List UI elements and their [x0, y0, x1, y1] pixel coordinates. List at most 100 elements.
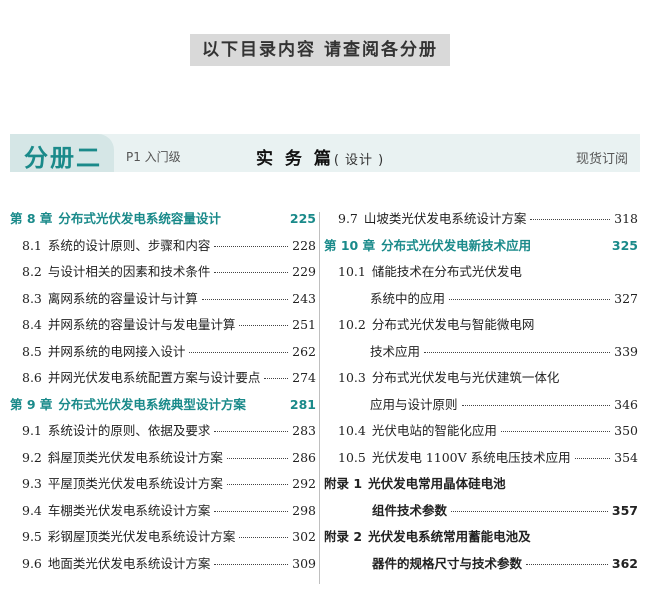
- toc-number: 9.6: [22, 555, 42, 571]
- toc-page-number: 262: [292, 343, 316, 359]
- toc-number: 8.6: [22, 370, 42, 385]
- toc-leader: [239, 537, 289, 538]
- toc-leader: [226, 484, 289, 485]
- volume-label: 分册二: [24, 144, 102, 172]
- level-label: P1 入门级: [126, 150, 181, 164]
- toc-page-number: 292: [292, 476, 316, 491]
- toc-title: 应用与设计原则: [370, 396, 458, 412]
- toc-title: 光伏发电系统常用蓄能电池及: [368, 529, 531, 544]
- section-title: 实 务 篇( 设计 ): [256, 144, 384, 169]
- toc-title: 并网光伏发电系统配置方案与设计要点: [47, 370, 261, 385]
- toc-title: 技术应用: [370, 343, 421, 359]
- toc-leader: [264, 378, 289, 379]
- toc-entry: 9.2 斜屋顶类光伏发电系统设计方案 286: [10, 447, 316, 474]
- toc-number: 10.5: [338, 449, 366, 465]
- toc-page-number: 350: [614, 423, 638, 438]
- toc-title: 并网系统的容量设计与发电量计算: [47, 317, 236, 332]
- toc-entry: 附录 2 光伏发电系统常用蓄能电池及: [324, 526, 638, 553]
- toc-page-number: 357: [611, 502, 638, 518]
- toc-entry: 9.7 山坡类光伏发电系统设计方案 318: [324, 208, 638, 235]
- toc-leader: [214, 563, 289, 565]
- toc-leader: [461, 404, 611, 406]
- toc-number: 8.2: [22, 264, 42, 279]
- toc-leader: [189, 351, 289, 353]
- toc-title: 系统设计的原则、依据及要求: [47, 423, 211, 438]
- toc-entry: 附录 1 光伏发电常用晶体硅电池: [324, 473, 638, 500]
- toc-title: 斜屋顶类光伏发电系统设计方案: [47, 449, 223, 465]
- toc-page-number: 298: [292, 502, 316, 518]
- toc-title: 平屋顶类光伏发电系统设计方案: [47, 476, 223, 491]
- toc-page-number: 229: [292, 264, 316, 279]
- toc-number: 9.2: [22, 449, 42, 465]
- toc-title: 系统中的应用: [370, 290, 446, 306]
- toc-number: 8.3: [22, 290, 42, 306]
- toc-entry: 8.4 并网系统的容量设计与发电量计算 251: [10, 314, 316, 341]
- toc-page-number: 354: [614, 449, 638, 465]
- toc-leader: [424, 351, 611, 353]
- toc-number: 附录 1: [324, 476, 363, 491]
- stock-label: 现货订阅: [575, 152, 628, 167]
- toc-number: 9.4: [22, 502, 42, 518]
- toc-chapter: 第 8 章分布式光伏发电系统容量设计 225: [10, 208, 316, 235]
- toc-number: 附录 2: [324, 529, 363, 544]
- toc-page-number: 362: [611, 555, 638, 571]
- toc-entry: 8.6 并网光伏发电系统配置方案与设计要点 274: [10, 367, 316, 394]
- toc-entry: 器件的规格尺寸与技术参数 362: [324, 553, 638, 580]
- toc-leader: [451, 510, 608, 512]
- toc-entry: 9.4 车棚类光伏发电系统设计方案 298: [10, 500, 316, 527]
- toc-title: 分布式光伏发电与光伏建筑一体化: [371, 370, 560, 385]
- toc-number: 10.2: [338, 317, 366, 332]
- toc-page-number: 228: [292, 237, 316, 253]
- toc-leader: [214, 431, 289, 432]
- toc-title: 车棚类光伏发电系统设计方案: [47, 502, 211, 518]
- toc-number: 第 8 章: [10, 211, 53, 226]
- toc-leader: [530, 219, 611, 220]
- toc-title: 分布式光伏发电系统容量设计: [58, 211, 221, 226]
- column-divider: [319, 212, 320, 584]
- toc-entry: 技术应用 339: [324, 341, 638, 368]
- toc-leader: [500, 431, 611, 432]
- toc-entry: 系统中的应用 327: [324, 288, 638, 315]
- toc-entry: 10.3 分布式光伏发电与光伏建筑一体化: [324, 367, 638, 394]
- toc-number: 8.1: [22, 237, 42, 253]
- toc-page-number: 309: [292, 555, 316, 571]
- toc-title: 光伏电站的智能化应用: [371, 423, 497, 438]
- notice-banner: 以下目录内容 请查阅各分册: [190, 34, 450, 66]
- toc-entry: 8.3 离网系统的容量设计与计算 243: [10, 288, 316, 315]
- toc-number: 10.4: [338, 423, 366, 438]
- toc-right-column: 9.7 山坡类光伏发电系统设计方案 318 第 10 章分布式光伏发电新技术应用 325…: [324, 208, 638, 579]
- toc-title: 地面类光伏发电系统设计方案: [47, 555, 211, 571]
- toc-number: 9.7: [338, 211, 358, 226]
- toc-title: 光伏发电 1100V 系统电压技术应用: [371, 449, 571, 465]
- toc-entry: 10.5 光伏发电 1100V 系统电压技术应用 354: [324, 447, 638, 474]
- toc-entry: 9.6 地面类光伏发电系统设计方案 309: [10, 553, 316, 580]
- toc-leader: [214, 245, 289, 247]
- toc-page-number: 302: [292, 529, 316, 544]
- toc-leader: [526, 563, 608, 565]
- toc-leader: [449, 298, 611, 300]
- toc-entry: 8.2 与设计相关的因素和技术条件 229: [10, 261, 316, 288]
- toc-number: 8.5: [22, 343, 42, 359]
- toc-title: 山坡类光伏发电系统设计方案: [363, 211, 527, 226]
- toc-title: 组件技术参数: [372, 502, 448, 518]
- toc-chapter: 第 10 章分布式光伏发电新技术应用 325: [324, 235, 638, 262]
- toc-title: 与设计相关的因素和技术条件: [47, 264, 211, 279]
- toc-number: 第 10 章: [324, 237, 376, 253]
- volume-header: 分册二 P1 入门级 实 务 篇( 设计 ) 现货订阅: [10, 134, 640, 172]
- toc-page-number: 283: [292, 423, 316, 438]
- toc-title: 储能技术在分布式光伏发电: [371, 264, 522, 279]
- toc-page-number: 339: [614, 343, 638, 359]
- toc-number: 9.1: [22, 423, 42, 438]
- toc-entry: 9.3 平屋顶类光伏发电系统设计方案 292: [10, 473, 316, 500]
- toc-page-number: 286: [292, 449, 316, 465]
- toc-left-column: 第 8 章分布式光伏发电系统容量设计 225 8.1 系统的设计原则、步骤和内容 228…: [10, 208, 316, 579]
- toc-entry: 组件技术参数 357: [324, 500, 638, 527]
- toc-page-number: 318: [614, 211, 638, 226]
- toc-entry: 10.4 光伏电站的智能化应用 350: [324, 420, 638, 447]
- toc-entry: 9.1 系统设计的原则、依据及要求 283: [10, 420, 316, 447]
- toc-number: 10.1: [338, 264, 366, 279]
- toc-number: 9.3: [22, 476, 42, 491]
- toc-page-number: 325: [611, 237, 638, 253]
- toc-title: 分布式光伏发电系统典型设计方案: [58, 396, 246, 412]
- toc-title: 并网系统的电网接入设计: [47, 343, 186, 359]
